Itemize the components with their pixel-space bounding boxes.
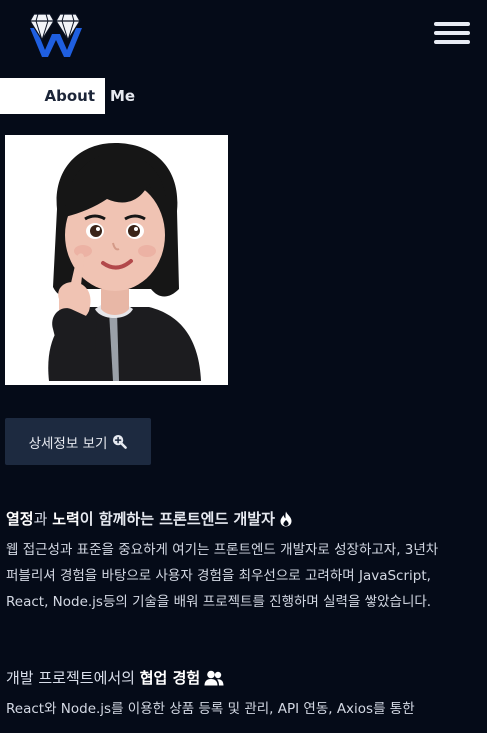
detail-info-button[interactable]: 상세정보 보기 [5,418,151,465]
hamburger-menu-icon[interactable] [434,22,470,44]
diamond-w-logo[interactable] [29,10,82,58]
collab-line: React와 Node.js를 이용한 상품 등록 및 관리, API 연동, … [6,701,415,717]
intro-heading: 열정과 노력이 함께하는 프론트엔드 개발자 [6,508,293,529]
menu-bar [434,22,470,26]
collab-heading: 개발 프로젝트에서의 협업 경험 [6,667,224,688]
section-title-highlight: About [0,78,105,114]
intro-paragraph: 웹 접근성과 표준을 중요하게 여기는 프론트엔드 개발자로 성장하고자, 3년… [6,537,484,615]
intro-heading-rest: 이 함께하는 프론트엔드 개발자 [79,510,275,528]
detail-button-label: 상세정보 보기 [28,435,108,452]
collab-heading-emphasis: 협업 경험 [139,669,201,687]
intro-line: 퍼블리셔 경험을 바탕으로 사용자 경험을 최우선으로 고려하며 JavaScr… [6,568,431,584]
page: About Me 상세정보 보기 열정과 노력이 함께하는 프론트엔드 개발자 … [0,0,487,733]
magnifier-plus-icon [113,434,128,449]
intro-heading-effort: 노력 [52,510,80,528]
section-title-about: About [44,87,95,105]
memoji-avatar-icon [9,139,224,381]
collab-paragraph: React와 Node.js를 이용한 상품 등록 및 관리, API 연동, … [6,696,484,722]
collab-heading-prefix: 개발 프로젝트에서의 [6,669,140,687]
intro-heading-passion: 열정 [6,510,34,528]
profile-avatar [5,135,228,385]
intro-heading-and: 과 [33,510,53,528]
users-icon [204,670,224,686]
section-title-me: Me [110,87,136,105]
intro-line: React, Node.js등의 기술을 배워 프로젝트를 진행하며 실력을 쌓… [6,594,432,610]
fire-icon [280,511,292,527]
menu-bar [434,31,470,35]
menu-bar [434,40,470,44]
intro-line: 웹 접근성과 표준을 중요하게 여기는 프론트엔드 개발자로 성장하고자, 3년… [6,542,439,558]
